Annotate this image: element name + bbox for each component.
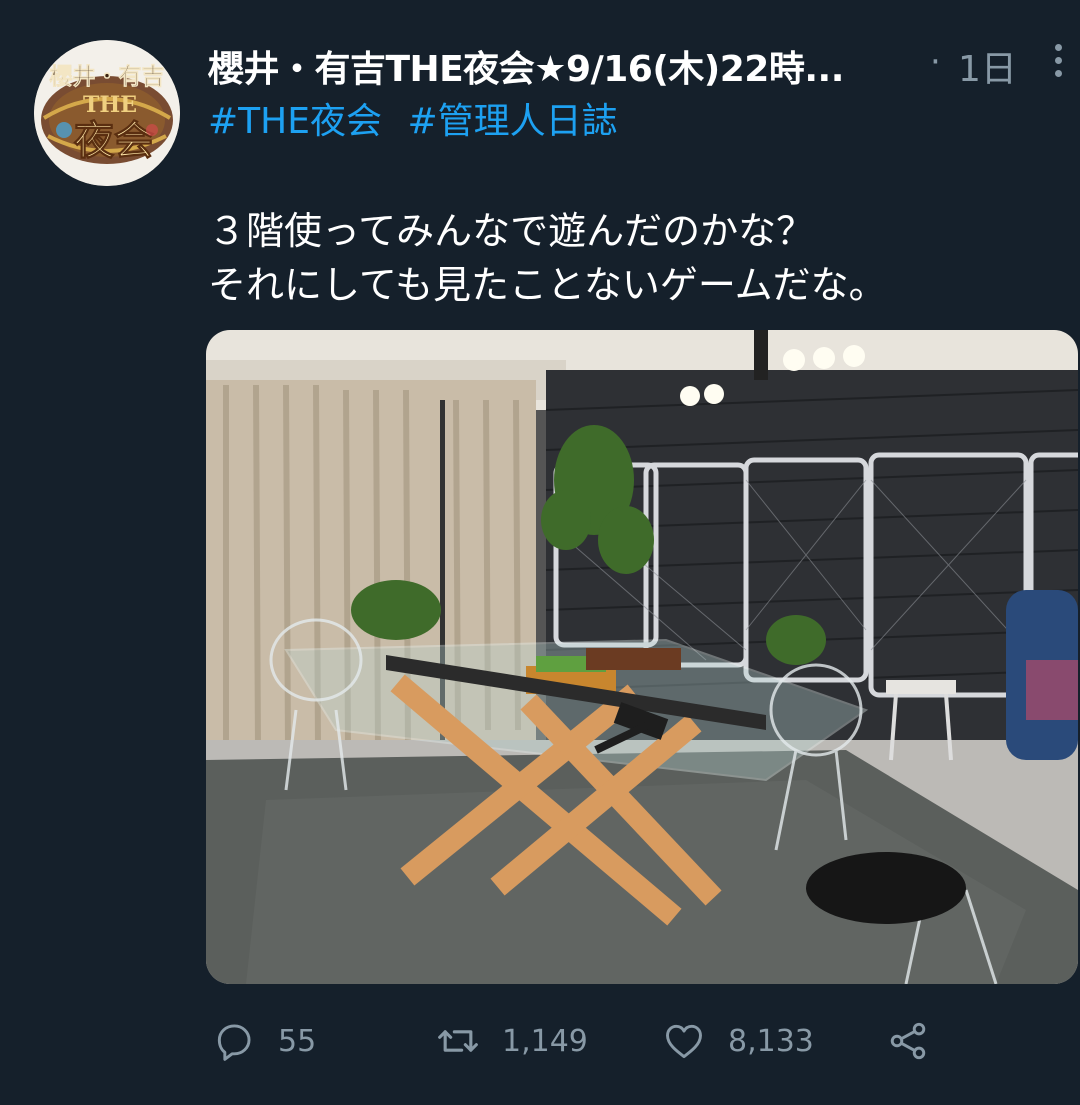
tweet-header: 櫻井・有吉THE夜会★9/16(木)22時... · 1日 — [208, 38, 1078, 90]
svg-text:THE: THE — [83, 92, 137, 118]
reply-count: 55 — [278, 1023, 317, 1059]
avatar-logo-icon: 櫻井・有吉 THE 夜会 — [34, 40, 180, 186]
more-options-icon[interactable] — [1046, 40, 1070, 84]
hashtags: #THE夜会 #管理人日誌 — [208, 92, 632, 144]
like-icon — [666, 1024, 702, 1059]
hashtag-link[interactable]: #管理人日誌 — [407, 101, 617, 142]
retweet-count: 1,149 — [502, 1023, 588, 1059]
tweet[interactable]: 櫻井・有吉 THE 夜会 櫻井・有吉THE夜会★9/16(木)22時... · … — [0, 0, 1080, 1105]
retweet-icon — [438, 1030, 478, 1052]
time-separator: · — [930, 42, 941, 82]
like-button[interactable]: 8,133 — [662, 1008, 814, 1074]
share-icon — [890, 1022, 926, 1060]
tweet-actions: 55 1,149 8,133 — [208, 1008, 1068, 1074]
avatar[interactable]: 櫻井・有吉 THE 夜会 — [34, 40, 180, 186]
tweet-text-line: それにしても見たことないゲームだな。 — [208, 263, 887, 307]
like-count: 8,133 — [728, 1023, 814, 1059]
reply-button[interactable]: 55 — [212, 1008, 316, 1074]
tweet-text: ３階使ってみんなで遊んだのかな？ それにしても見たことないゲームだな。 — [208, 204, 1068, 312]
tweet-text-line: ３階使ってみんなで遊んだのかな？ — [208, 209, 815, 253]
hashtag-link[interactable]: #THE夜会 — [208, 101, 382, 142]
tweet-photo[interactable] — [206, 330, 1078, 984]
reply-icon — [217, 1024, 251, 1061]
author-name[interactable]: 櫻井・有吉THE夜会★9/16(木)22時... — [208, 40, 844, 92]
retweet-button[interactable]: 1,149 — [436, 1008, 588, 1074]
share-button[interactable] — [886, 1008, 930, 1074]
room-photo — [206, 330, 1078, 984]
svg-text:夜会: 夜会 — [73, 117, 154, 164]
svg-text:櫻井・有吉: 櫻井・有吉 — [49, 63, 165, 90]
timestamp[interactable]: 1日 — [958, 40, 1017, 92]
